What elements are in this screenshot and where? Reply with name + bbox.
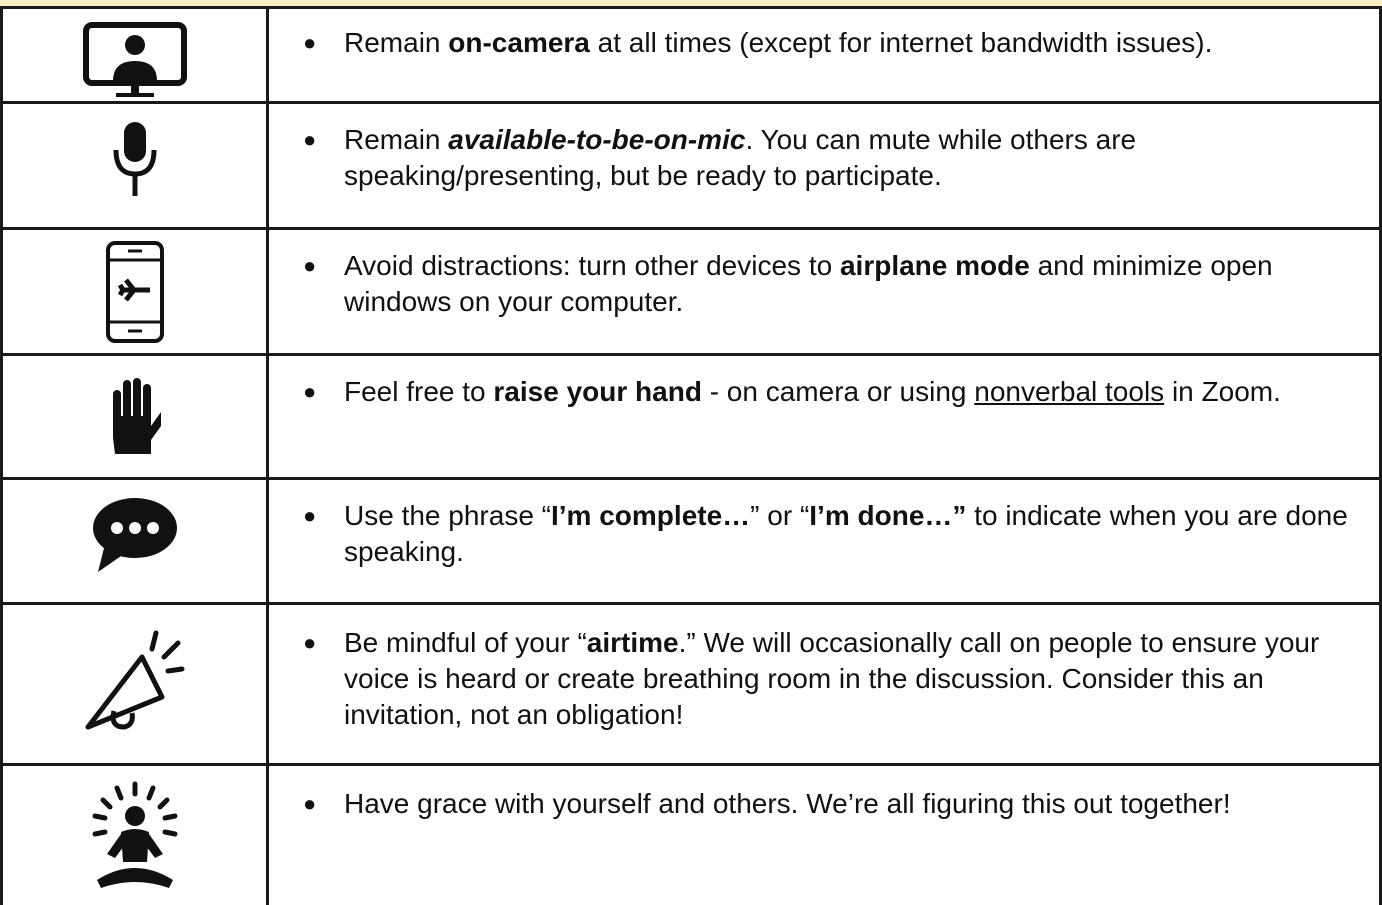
document-page: ● Remain on-camera at all times (except f…: [0, 0, 1382, 905]
table-row: ● Feel free to raise your hand - on camer…: [0, 353, 1382, 480]
table-row: ● Use the phrase “I’m complete…” or “I’m …: [0, 477, 1382, 605]
bullet: ●: [303, 630, 317, 655]
norm-text-segment: - on camera or using: [701, 376, 975, 407]
bullet: ●: [303, 503, 317, 528]
norm-text-segment: raise your hand: [493, 376, 702, 407]
bullet: ●: [303, 30, 317, 55]
list-item: ● Be mindful of your “airtime.” We will o…: [303, 625, 1359, 733]
norm-text-segment: Avoid distractions: turn other devices t…: [344, 250, 840, 281]
text-cell: ● Be mindful of your “airtime.” We will o…: [266, 602, 1382, 766]
text-cell: ● Use the phrase “I’m complete…” or “I’m …: [266, 477, 1382, 605]
bullet: ●: [303, 127, 317, 152]
list-item: ● Have grace with yourself and others. We…: [303, 786, 1359, 822]
norm-text-segment: in Zoom.: [1164, 376, 1281, 407]
norm-text-segment: Be mindful of your “: [344, 627, 587, 658]
norm-text-segment: airplane mode: [839, 250, 1030, 281]
list-item: ● Remain on-camera at all times (except f…: [303, 25, 1359, 61]
icon-cell: [0, 763, 269, 905]
norm-text-segment: I’m done…”: [809, 500, 967, 531]
table-row: ● Remain on-camera at all times (except f…: [0, 6, 1382, 104]
norm-text-segment: on-camera: [448, 27, 590, 58]
table-row: ● Be mindful of your “airtime.” We will o…: [0, 602, 1382, 766]
list-item: ● Use the phrase “I’m complete…” or “I’m …: [303, 498, 1359, 570]
icon-cell: [0, 353, 269, 480]
norm-text-segment: Use the phrase “: [344, 500, 551, 531]
norm-text-segment: airtime: [586, 627, 679, 658]
video-call-icon: [82, 22, 187, 97]
norm-text-segment: ” or “: [750, 500, 810, 531]
text-cell: ● Have grace with yourself and others. We…: [266, 763, 1382, 905]
table-row: ● Avoid distractions: turn other devices …: [0, 227, 1382, 356]
table-row: ● Remain available-to-be-on-mic. You can …: [0, 101, 1382, 230]
norm-text-segment: at all times (except for internet bandwi…: [589, 27, 1213, 58]
norm-text-segment: I’m complete…: [551, 500, 751, 531]
text-cell: ● Feel free to raise your hand - on camer…: [266, 353, 1382, 480]
icon-cell: [0, 227, 269, 356]
megaphone-icon: [85, 630, 184, 730]
speech-bubble-icon: [92, 498, 177, 572]
raised-hand-icon: [112, 378, 161, 454]
norm-text-segment: Have grace with yourself and others. We’…: [344, 788, 1231, 819]
icon-cell: [0, 101, 269, 230]
list-item: ● Remain available-to-be-on-mic. You can …: [303, 122, 1359, 194]
norm-text-segment: available-to-be-on-mic: [448, 124, 746, 155]
bullet: ●: [303, 253, 317, 278]
meditation-icon: [92, 781, 177, 888]
icon-cell: [0, 6, 269, 104]
norm-text-segment: Feel free to: [344, 376, 494, 407]
norm-text-segment: Remain: [344, 124, 449, 155]
table-row: ● Have grace with yourself and others. We…: [0, 763, 1382, 905]
norm-text-segment: Remain: [344, 27, 449, 58]
icon-cell: [0, 602, 269, 766]
microphone-icon: [113, 122, 156, 196]
text-cell: ● Avoid distractions: turn other devices …: [266, 227, 1382, 356]
text-cell: ● Remain on-camera at all times (except f…: [266, 6, 1382, 104]
meeting-norms-table: ● Remain on-camera at all times (except f…: [0, 6, 1382, 905]
text-cell: ● Remain available-to-be-on-mic. You can …: [266, 101, 1382, 230]
bullet: ●: [303, 791, 317, 816]
norm-text-segment[interactable]: nonverbal tools: [974, 376, 1164, 407]
icon-cell: [0, 477, 269, 605]
list-item: ● Feel free to raise your hand - on camer…: [303, 374, 1359, 410]
bullet: ●: [303, 379, 317, 404]
phone-airplane-mode-icon: [105, 241, 164, 343]
list-item: ● Avoid distractions: turn other devices …: [303, 248, 1359, 320]
